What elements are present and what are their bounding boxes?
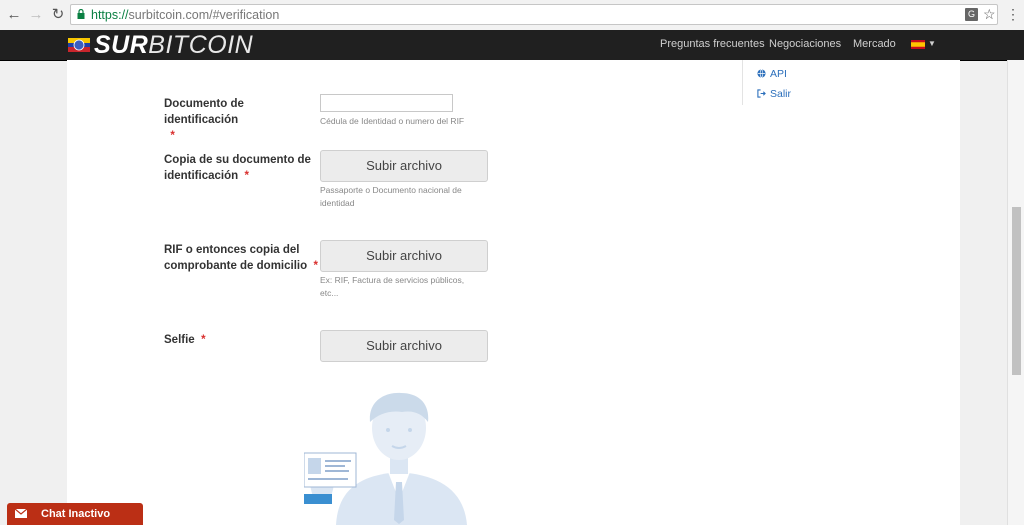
forward-arrow-icon[interactable]: → [28,7,44,23]
url-text: https://surbitcoin.com/#verification [91,8,279,22]
rif-label-text: RIF o entonces copia del comprobante de … [164,244,308,272]
upload-selfie-button[interactable]: Subir archivo [320,330,488,362]
id-document-label-text: Documento de identificación [164,98,244,126]
venezuela-flag-logo-icon [68,38,90,52]
selfie-example-illustration [304,392,467,525]
nav-market[interactable]: Mercado [853,38,896,50]
id-copy-label-text: Copia de su documento de identificación [164,154,311,182]
site-logo[interactable]: SURBITCOIN [68,31,253,60]
selfie-label-text: Selfie [164,334,195,346]
upload-id-copy-button[interactable]: Subir archivo [320,150,488,182]
bookmark-star-icon[interactable]: ☆ [983,6,996,23]
sidebar-link-logout[interactable]: Salir [757,88,791,100]
rif-label: RIF o entonces copia del comprobante de … [164,242,324,274]
back-arrow-icon[interactable]: ← [6,7,22,23]
page-scrollbar[interactable] [1007,60,1024,525]
required-mark: * [201,334,206,346]
url-path: surbitcoin.com/#verification [128,8,280,22]
id-copy-label: Copia de su documento de identificación … [164,152,314,184]
upload-rif-button[interactable]: Subir archivo [320,240,488,272]
required-mark: * [313,260,319,272]
required-mark: * [244,170,249,182]
required-mark: * [170,130,175,142]
language-caret-icon[interactable]: ▼ [928,39,936,48]
rif-help: Ex: RIF, Factura de servicios públicos, … [320,275,465,298]
reload-icon[interactable]: ↻ [50,7,66,23]
site-header: SURBITCOIN Preguntas frecuentes Negociac… [0,30,1024,61]
sidebar-link-api[interactable]: API [757,68,787,80]
id-document-label: Documento de identificación * [164,96,320,144]
browser-menu-icon[interactable]: ⋮ [1006,6,1020,22]
sidebar-link-logout-label: Salir [770,88,792,100]
logo-text-light: BITCOIN [148,30,254,59]
globe-icon [757,69,766,78]
lock-icon [77,9,85,19]
id-document-input[interactable] [320,94,453,112]
id-document-help: Cédula de Identidad o numero del RIF [320,116,465,126]
sign-out-icon [757,89,766,98]
spain-flag-icon[interactable] [911,40,925,49]
browser-toolbar: ← → ↻ https://surbitcoin.com/#verificati… [0,0,1024,31]
verification-page: API Salir Documento de identificación * … [67,60,960,525]
sidebar-link-api-label: API [770,68,787,80]
chat-widget-tab[interactable]: Chat Inactivo [7,503,143,525]
nav-faq[interactable]: Preguntas frecuentes [660,38,765,50]
scrollbar-thumb[interactable] [1012,207,1021,375]
envelope-icon [15,509,27,518]
selfie-label: Selfie * [164,332,206,348]
logo-text: SURBITCOIN [94,31,253,60]
translate-icon[interactable]: G [965,8,978,21]
address-bar[interactable]: https://surbitcoin.com/#verification G ☆ [70,4,998,25]
sidebar-divider [742,60,743,105]
nav-trades[interactable]: Negociaciones [769,38,841,50]
logo-text-bold: SUR [94,30,149,59]
id-copy-help: Passaporte o Documento nacional de ident… [320,185,462,208]
chat-status-label: Chat Inactivo [41,508,111,520]
url-protocol: https:// [91,8,129,22]
